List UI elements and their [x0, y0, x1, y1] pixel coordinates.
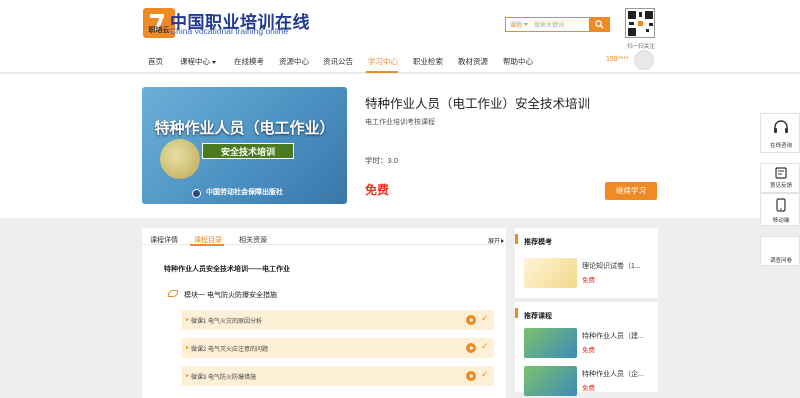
tab-resources[interactable]: 相关资源	[239, 235, 267, 245]
nav-item-help[interactable]: 帮助中心	[503, 56, 533, 67]
continue-learning-button[interactable]: 继续学习	[605, 182, 657, 200]
tab-active-indicator	[190, 244, 224, 246]
recommend-exam-item[interactable]: 理论知识试卷（1... 免费	[524, 258, 654, 288]
search-icon	[595, 20, 604, 29]
chevron-right-icon: ▸	[186, 317, 190, 323]
lesson-title: 微课3 电气防火防爆措施	[191, 375, 257, 381]
check-icon: ✓	[481, 341, 489, 351]
course-price: 免费	[365, 183, 390, 197]
feedback-icon	[775, 167, 787, 179]
cover-title: 特种作业人员（电工作业）	[154, 120, 335, 137]
nav-item-learning-center[interactable]: 学习中心	[368, 56, 398, 67]
course-tabs: 课程详情 课程目录 相关资源 展开	[142, 228, 506, 246]
chevron-down-icon	[212, 60, 217, 64]
course-thumbnail	[524, 328, 577, 358]
nav-item-textbooks[interactable]: 教材资源	[458, 56, 488, 67]
nav-item-news[interactable]: 资讯公告	[323, 56, 353, 67]
play-icon[interactable]	[466, 371, 476, 381]
lesson-item[interactable]: ▸ 微课3 电气防火防爆措施 ✓	[182, 366, 494, 386]
course-cover-image: 特种作业人员（电工作业） 安全技术培训 中国劳动社会保障出版社	[142, 87, 347, 204]
nav-item-home[interactable]: 首页	[148, 56, 163, 67]
module-leaf-icon	[168, 290, 178, 297]
course-subtitle: 电工作业培训考核课程	[365, 119, 435, 126]
float-consult[interactable]: 在线咨询	[760, 113, 800, 153]
nav-active-indicator	[366, 71, 398, 73]
exam-name: 理论知识试卷（1...	[582, 263, 641, 270]
expand-toggle[interactable]: 展开	[488, 236, 505, 245]
recommend-course-item[interactable]: 特种作业人员（建... 免费	[524, 328, 654, 358]
search-input[interactable]: 搜索关键词	[528, 20, 564, 29]
chevron-right-icon	[501, 239, 505, 244]
nav-item-mock-exam[interactable]: 在线模考	[234, 56, 264, 67]
mobile-icon	[776, 198, 786, 212]
course-name: 特种作业人员（建...	[582, 333, 644, 340]
search-button[interactable]	[589, 17, 610, 32]
exam-price: 免费	[582, 277, 595, 284]
play-icon[interactable]	[466, 343, 476, 353]
nav-item-job-search[interactable]: 职业检索	[413, 56, 443, 67]
play-icon[interactable]	[466, 315, 476, 325]
nav-item-resources[interactable]: 资源中心	[279, 56, 309, 67]
lesson-title: 微课1 电气火灾的原因分析	[191, 319, 263, 325]
lesson-item[interactable]: ▸ 微课2 电气灭火应注意的问题 ✓	[182, 338, 494, 358]
recommend-course-panel: 推荐课程 特种作业人员（建... 免费 特种作业人员（企... 免费	[515, 302, 658, 396]
check-icon: ✓	[481, 313, 489, 323]
float-label: 意见反馈	[769, 183, 792, 189]
float-label: 移动端	[772, 218, 790, 224]
float-feedback[interactable]: 意见反馈	[760, 163, 800, 193]
section-marker	[515, 234, 518, 244]
course-name: 特种作业人员（企...	[582, 371, 644, 378]
cover-subtitle: 安全技术培训	[202, 143, 294, 159]
chapter-title: 特种作业人员安全技术培训——电工作业	[164, 266, 290, 273]
chevron-right-icon: ▸	[186, 345, 190, 351]
site-header: 职培云 中国职业培训在线 China vocational training o…	[0, 0, 800, 73]
recommend-exam-panel: 推荐模考 理论知识试卷（1... 免费	[515, 228, 658, 298]
float-survey[interactable]: 调查问卷	[760, 236, 800, 266]
course-content-panel: 课程详情 课程目录 相关资源 展开 特种作业人员安全技术培训——电工作业 模块一…	[142, 228, 506, 398]
qr-code-icon	[625, 8, 655, 38]
section-marker	[515, 308, 518, 318]
course-price: 免费	[582, 385, 595, 392]
recommend-course-title: 推荐课程	[524, 313, 552, 320]
exam-thumbnail	[524, 258, 577, 288]
course-thumbnail	[524, 366, 577, 396]
user-phone[interactable]: 159****	[606, 56, 629, 63]
nav-item-courses[interactable]: 课程中心	[180, 56, 217, 67]
float-label: 在线咨询	[769, 143, 792, 149]
bulb-illustration	[160, 139, 200, 179]
course-hours: 学时：3.0	[365, 156, 398, 165]
course-price: 免费	[582, 347, 595, 354]
headset-icon	[774, 120, 788, 133]
avatar[interactable]	[634, 50, 654, 70]
lesson-title: 微课2 电气灭火应注意的问题	[191, 347, 269, 353]
tab-details[interactable]: 课程详情	[150, 235, 178, 245]
qr-label: 扫一扫关注	[627, 44, 655, 50]
float-mobile[interactable]: 移动端	[760, 193, 800, 226]
check-icon: ✓	[481, 369, 489, 379]
site-subtitle: China vocational training online	[170, 26, 289, 36]
cover-publisher: 中国劳动社会保障出版社	[206, 189, 283, 196]
recommend-exam-title: 推荐模考	[524, 239, 552, 246]
recommend-course-item[interactable]: 特种作业人员（企... 免费	[524, 366, 654, 396]
lesson-item[interactable]: ▸ 微课1 电气火灾的原因分析 ✓	[182, 310, 494, 330]
module-title[interactable]: 模块一 电气防火防爆安全措施	[184, 290, 277, 300]
search-category-select[interactable]: 课程	[506, 20, 529, 29]
float-label: 调查问卷	[769, 258, 792, 264]
course-title: 特种作业人员（电工作业）安全技术培训	[365, 97, 591, 111]
chevron-right-icon: ▸	[186, 373, 190, 379]
